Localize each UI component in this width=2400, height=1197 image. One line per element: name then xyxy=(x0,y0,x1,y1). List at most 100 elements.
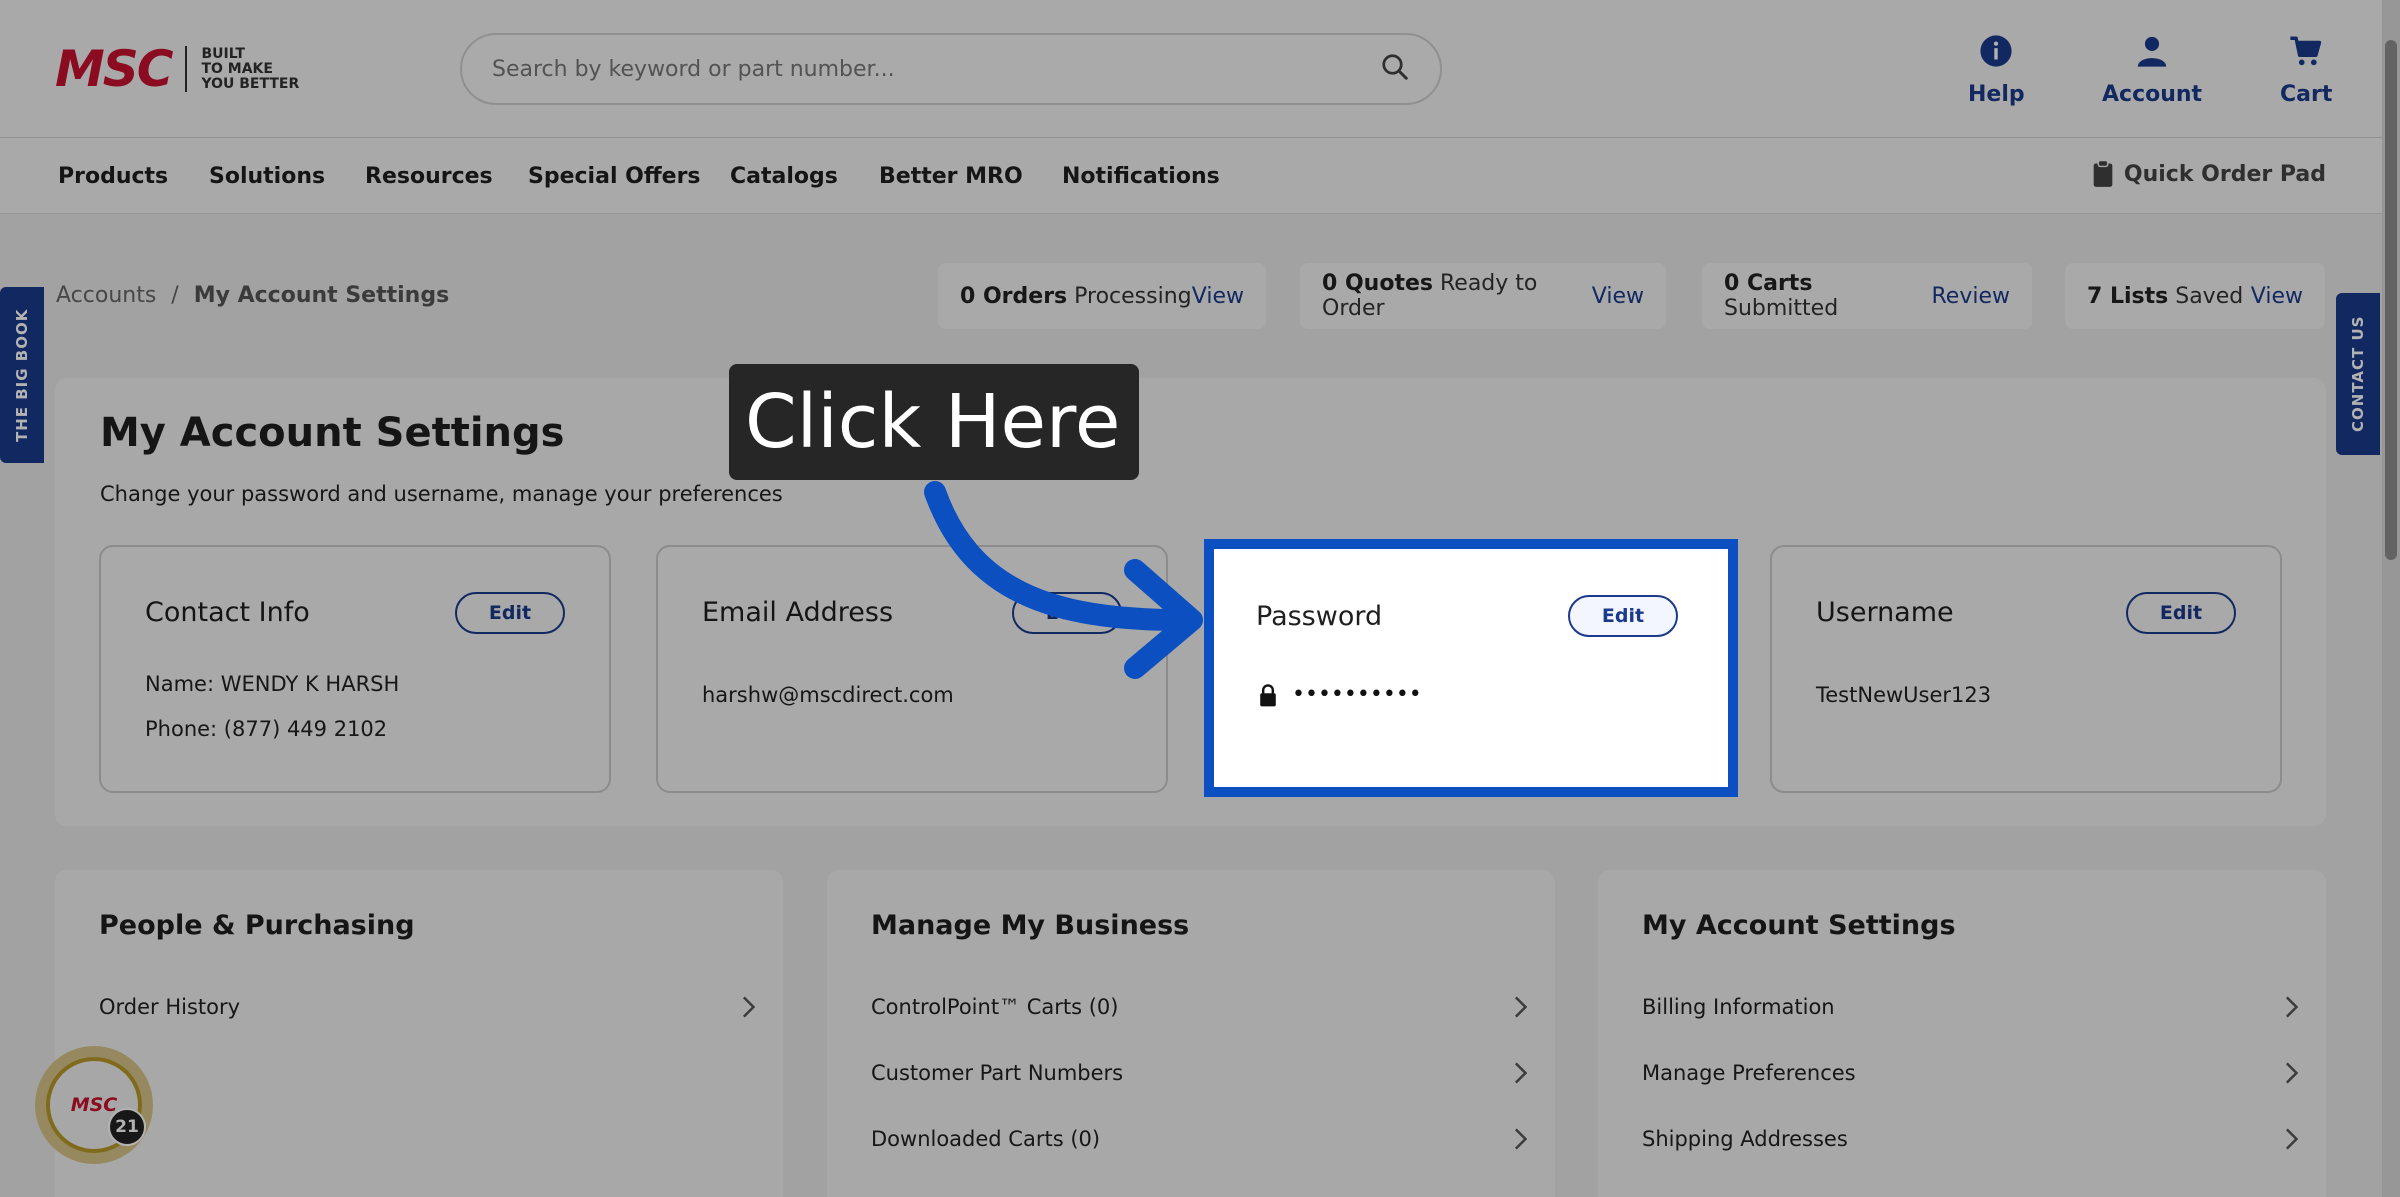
main-nav: Products Solutions Resources Special Off… xyxy=(0,138,2400,214)
logo-tagline-line: BUILT xyxy=(201,45,245,62)
logo-tagline-line: TO MAKE xyxy=(201,60,273,77)
contact-info-title: Contact Info xyxy=(145,597,310,628)
status-count: 0 Orders xyxy=(960,283,1068,309)
breadcrumb-current: My Account Settings xyxy=(193,283,450,308)
status-orders-link[interactable]: View xyxy=(1192,284,1244,309)
manage-business-card: Manage My Business ControlPoint™ Carts (… xyxy=(827,870,1555,1197)
chevron-right-icon xyxy=(2285,996,2298,1018)
email-address-title: Email Address xyxy=(702,597,894,628)
list-item[interactable]: Order History xyxy=(99,995,755,1019)
list-item-label: ControlPoint™ Carts (0) xyxy=(871,995,1119,1019)
list-item-label: Downloaded Carts (0) xyxy=(871,1127,1101,1151)
list-item-label: Billing Information xyxy=(1642,995,1835,1019)
my-account-settings-card: My Account Settings Billing Information … xyxy=(1598,870,2326,1197)
status-lists: 7 Lists Saved View xyxy=(2065,263,2325,329)
page-subtitle: Change your password and username, manag… xyxy=(100,482,783,506)
big-book-tab[interactable]: THE BIG BOOK xyxy=(0,287,44,463)
status-orders-text: 0 Orders Processing xyxy=(960,284,1192,309)
nav-item-products[interactable]: Products xyxy=(58,164,168,189)
lock-icon xyxy=(1260,683,1276,706)
list-item[interactable]: ControlPoint™ Carts (0) xyxy=(871,995,1527,1019)
cart-label: Cart xyxy=(2280,82,2333,107)
nav-item-special-offers[interactable]: Special Offers xyxy=(528,164,701,189)
account-button[interactable]: Account xyxy=(2102,34,2202,107)
search-bar xyxy=(460,33,1442,105)
user-icon xyxy=(2134,34,2170,74)
status-lists-text: 7 Lists Saved xyxy=(2087,284,2243,309)
password-title: Password xyxy=(1256,601,1383,632)
contact-us-tab[interactable]: CONTACT US xyxy=(2336,293,2380,455)
status-label: Processing xyxy=(1074,283,1192,309)
nav-item-notifications[interactable]: Notifications xyxy=(1062,164,1220,189)
list-item[interactable]: Shipping Addresses xyxy=(1642,1127,2298,1151)
password-edit-button[interactable]: Edit xyxy=(1568,595,1678,637)
my-account-settings-title: My Account Settings xyxy=(1642,910,1956,941)
nav-item-catalogs[interactable]: Catalogs xyxy=(730,164,838,189)
contact-name: Name: WENDY K HARSH xyxy=(145,672,400,696)
nav-item-resources[interactable]: Resources xyxy=(365,164,493,189)
search-icon[interactable] xyxy=(1380,52,1410,86)
msc-logo[interactable]: MSC BUILT TO MAKE YOU BETTER xyxy=(55,40,345,98)
chevron-right-icon xyxy=(1514,1062,1527,1084)
quick-order-pad-link[interactable]: Quick Order Pad xyxy=(2092,160,2326,188)
logo-tagline: BUILT TO MAKE YOU BETTER xyxy=(201,45,300,92)
username-value: TestNewUser123 xyxy=(1816,683,1992,707)
status-count: 7 Lists xyxy=(2087,283,2169,309)
status-carts-link[interactable]: Review xyxy=(1932,284,2011,309)
email-value: harshw@mscdirect.com xyxy=(702,683,954,707)
rewards-count: 21 xyxy=(108,1108,146,1146)
status-carts-text: 0 Carts Submitted xyxy=(1724,271,1932,321)
status-label: Submitted xyxy=(1724,296,1839,321)
status-quotes-text: 0 Quotes Ready to Order xyxy=(1322,271,1592,321)
site-header: MSC BUILT TO MAKE YOU BETTER Help Accoun… xyxy=(0,0,2400,138)
logo-divider xyxy=(185,46,188,92)
search-input[interactable] xyxy=(492,56,1380,82)
list-item[interactable]: Manage Preferences xyxy=(1642,1061,2298,1085)
help-button[interactable]: Help xyxy=(1968,34,2025,107)
status-quotes: 0 Quotes Ready to Order View xyxy=(1300,263,1666,329)
quick-order-pad-label: Quick Order Pad xyxy=(2123,161,2326,187)
info-icon xyxy=(1979,34,2013,74)
status-count: 0 Carts xyxy=(1724,271,1813,296)
breadcrumb-separator: / xyxy=(171,283,179,308)
cart-icon xyxy=(2287,34,2325,74)
scrollbar-thumb[interactable] xyxy=(2385,40,2397,560)
username-card: Username Edit TestNewUser123 xyxy=(1770,545,2282,793)
list-item[interactable]: Customer Part Numbers xyxy=(871,1061,1527,1085)
status-count: 0 Quotes xyxy=(1322,271,1433,296)
help-label: Help xyxy=(1968,82,2025,107)
cart-button[interactable]: Cart xyxy=(2280,34,2332,107)
breadcrumb-accounts[interactable]: Accounts xyxy=(56,283,156,308)
list-item-label: Shipping Addresses xyxy=(1642,1127,1848,1151)
page-title: My Account Settings xyxy=(100,410,565,456)
username-title: Username xyxy=(1816,597,1954,628)
list-item[interactable]: Billing Information xyxy=(1642,995,2298,1019)
password-value-row: •••••••••• xyxy=(1258,682,1422,707)
password-card: Password Edit •••••••••• xyxy=(1204,539,1738,797)
contact-phone: Phone: (877) 449 2102 xyxy=(145,717,388,741)
chevron-right-icon xyxy=(1514,996,1527,1018)
username-edit-button[interactable]: Edit xyxy=(2126,592,2236,634)
nav-item-better-mro[interactable]: Better MRO xyxy=(879,164,1023,189)
contact-us-label: CONTACT US xyxy=(2349,315,2367,433)
status-orders: 0 Orders Processing View xyxy=(938,263,1266,329)
callout-arrow-icon xyxy=(924,481,1203,679)
page-scrollbar[interactable] xyxy=(2382,0,2400,1197)
chevron-right-icon xyxy=(1514,1128,1527,1150)
breadcrumb: Accounts / My Account Settings xyxy=(56,283,449,308)
account-label: Account xyxy=(2102,82,2203,107)
click-here-callout: Click Here xyxy=(729,364,1139,480)
list-item-label: Order History xyxy=(99,995,241,1019)
list-item[interactable]: Downloaded Carts (0) xyxy=(871,1127,1527,1151)
contact-info-edit-button[interactable]: Edit xyxy=(455,592,565,634)
chevron-right-icon xyxy=(2285,1062,2298,1084)
contact-info-card: Contact Info Edit Name: WENDY K HARSH Ph… xyxy=(99,545,611,793)
rewards-badge[interactable]: MSC 21 xyxy=(35,1046,153,1164)
status-quotes-link[interactable]: View xyxy=(1592,284,1644,309)
list-item-label: Customer Part Numbers xyxy=(871,1061,1124,1085)
status-carts: 0 Carts Submitted Review xyxy=(1702,263,2032,329)
status-lists-link[interactable]: View xyxy=(2251,284,2303,309)
nav-item-solutions[interactable]: Solutions xyxy=(209,164,325,189)
logo-tagline-line: YOU BETTER xyxy=(201,75,300,92)
people-purchasing-title: People & Purchasing xyxy=(99,910,415,941)
